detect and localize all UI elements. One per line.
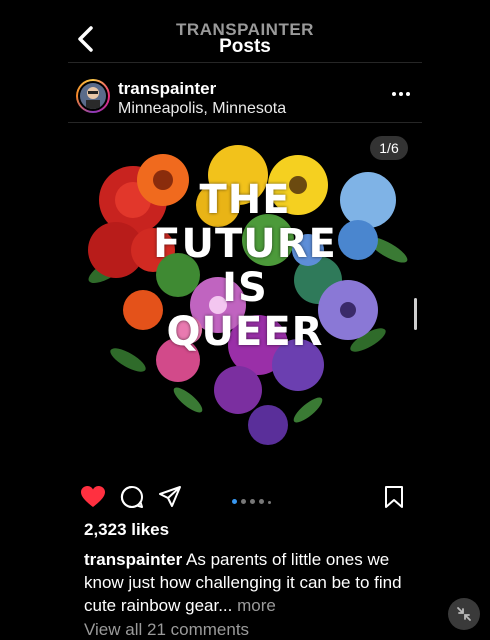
exit-fullscreen-icon <box>457 607 471 621</box>
slogan-line: FUTURE <box>153 221 337 267</box>
likes-count[interactable]: 2,323 likes <box>84 520 169 540</box>
post-username[interactable]: transpainter <box>118 79 216 99</box>
avatar[interactable] <box>76 79 110 113</box>
post-location[interactable]: Minneapolis, Minnesota <box>118 100 286 118</box>
send-icon[interactable] <box>158 485 182 509</box>
bookmark-icon[interactable] <box>384 485 404 509</box>
carousel-dot <box>232 499 237 504</box>
carousel-dot <box>250 499 255 504</box>
post-header-divider <box>68 122 422 123</box>
scrollbar[interactable] <box>414 298 417 330</box>
image-slogan: THE FUTURE IS QUEER <box>150 178 340 354</box>
carousel-indicator <box>232 491 275 509</box>
caption-more-link[interactable]: more <box>232 596 276 615</box>
slogan-line: THE <box>199 177 291 223</box>
exit-fullscreen-button[interactable] <box>448 598 480 630</box>
caption-username[interactable]: transpainter <box>84 550 182 569</box>
comment-icon[interactable] <box>120 485 144 509</box>
view-comments-link[interactable]: View all 21 comments <box>84 620 284 640</box>
top-bar: TRANSPAINTER Posts <box>0 0 490 62</box>
heart-filled-icon[interactable] <box>80 485 106 509</box>
more-options-icon[interactable] <box>388 84 414 104</box>
carousel-dot <box>268 501 271 504</box>
page-title: Posts <box>219 36 271 57</box>
carousel-dot <box>241 499 246 504</box>
post-caption: transpainter As parents of little ones w… <box>84 548 414 617</box>
carousel-dot <box>259 499 264 504</box>
header-divider <box>68 62 422 63</box>
image-counter-badge: 1/6 <box>370 136 408 160</box>
slogan-line: IS <box>222 265 268 311</box>
slogan-line: QUEER <box>166 309 324 355</box>
avatar-portrait-icon <box>80 83 106 109</box>
